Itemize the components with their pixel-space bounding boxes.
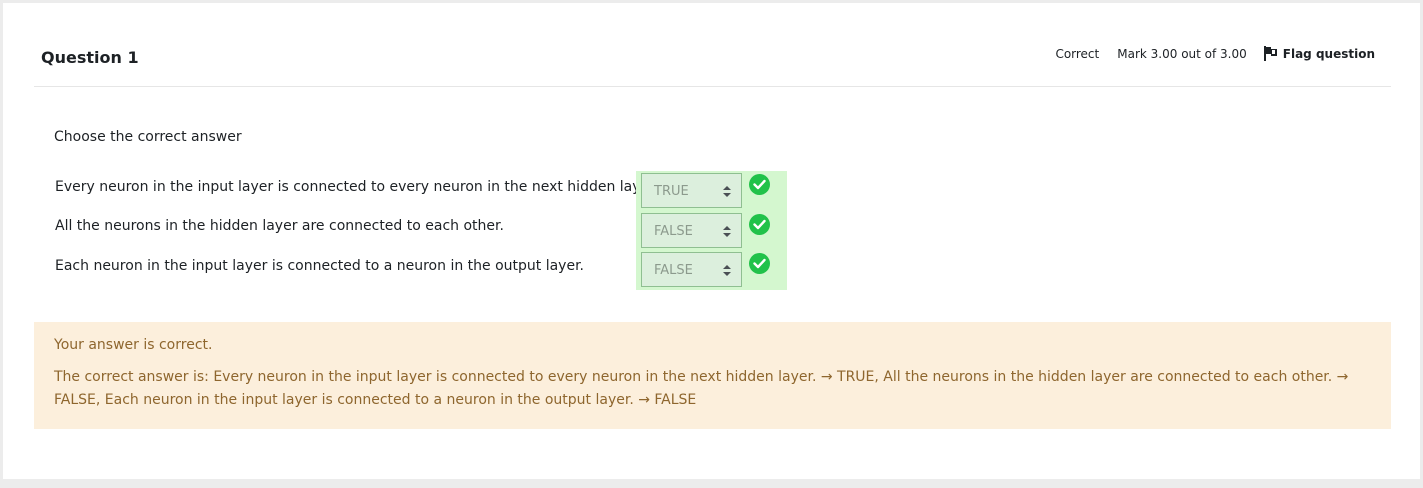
right-answer: The correct answer is: Every neuron in t…: [54, 369, 1349, 408]
question-header: Question 1 Correct Mark 3.00 out of 3.00…: [34, 3, 1391, 87]
check-icon: [749, 253, 770, 274]
answer-select-value: FALSE: [654, 263, 693, 278]
flag-icon: [1263, 46, 1277, 61]
question-prompt: Choose the correct answer: [54, 129, 242, 145]
question-card: Question 1 Correct Mark 3.00 out of 3.00…: [3, 3, 1420, 479]
answer-select[interactable]: FALSE: [641, 213, 742, 248]
select-arrows-icon: [723, 226, 731, 237]
answer-select-value: FALSE: [654, 224, 693, 239]
row-text: All the neurons in the hidden layer are …: [55, 218, 504, 234]
flag-question-link[interactable]: Flag question: [1263, 45, 1375, 62]
answer-select-value: TRUE: [654, 184, 689, 199]
answer-select[interactable]: TRUE: [641, 173, 742, 208]
check-icon: [749, 214, 770, 235]
row-text: Each neuron in the input layer is connec…: [55, 258, 584, 274]
question-info: Correct Mark 3.00 out of 3.00 Flag quest…: [1055, 45, 1375, 62]
select-arrows-icon: [723, 186, 731, 197]
flag-question-label: Flag question: [1282, 46, 1375, 61]
specific-feedback: Your answer is correct.: [54, 337, 213, 353]
check-icon: [749, 174, 770, 195]
answer-select[interactable]: FALSE: [641, 252, 742, 287]
feedback-box: Your answer is correct. The correct answ…: [34, 322, 1391, 429]
question-grade: Mark 3.00 out of 3.00: [1117, 46, 1247, 61]
select-arrows-icon: [723, 265, 731, 276]
question-title: Question 1: [41, 48, 139, 67]
question-state: Correct: [1055, 46, 1100, 61]
row-text: Every neuron in the input layer is conne…: [55, 179, 659, 195]
